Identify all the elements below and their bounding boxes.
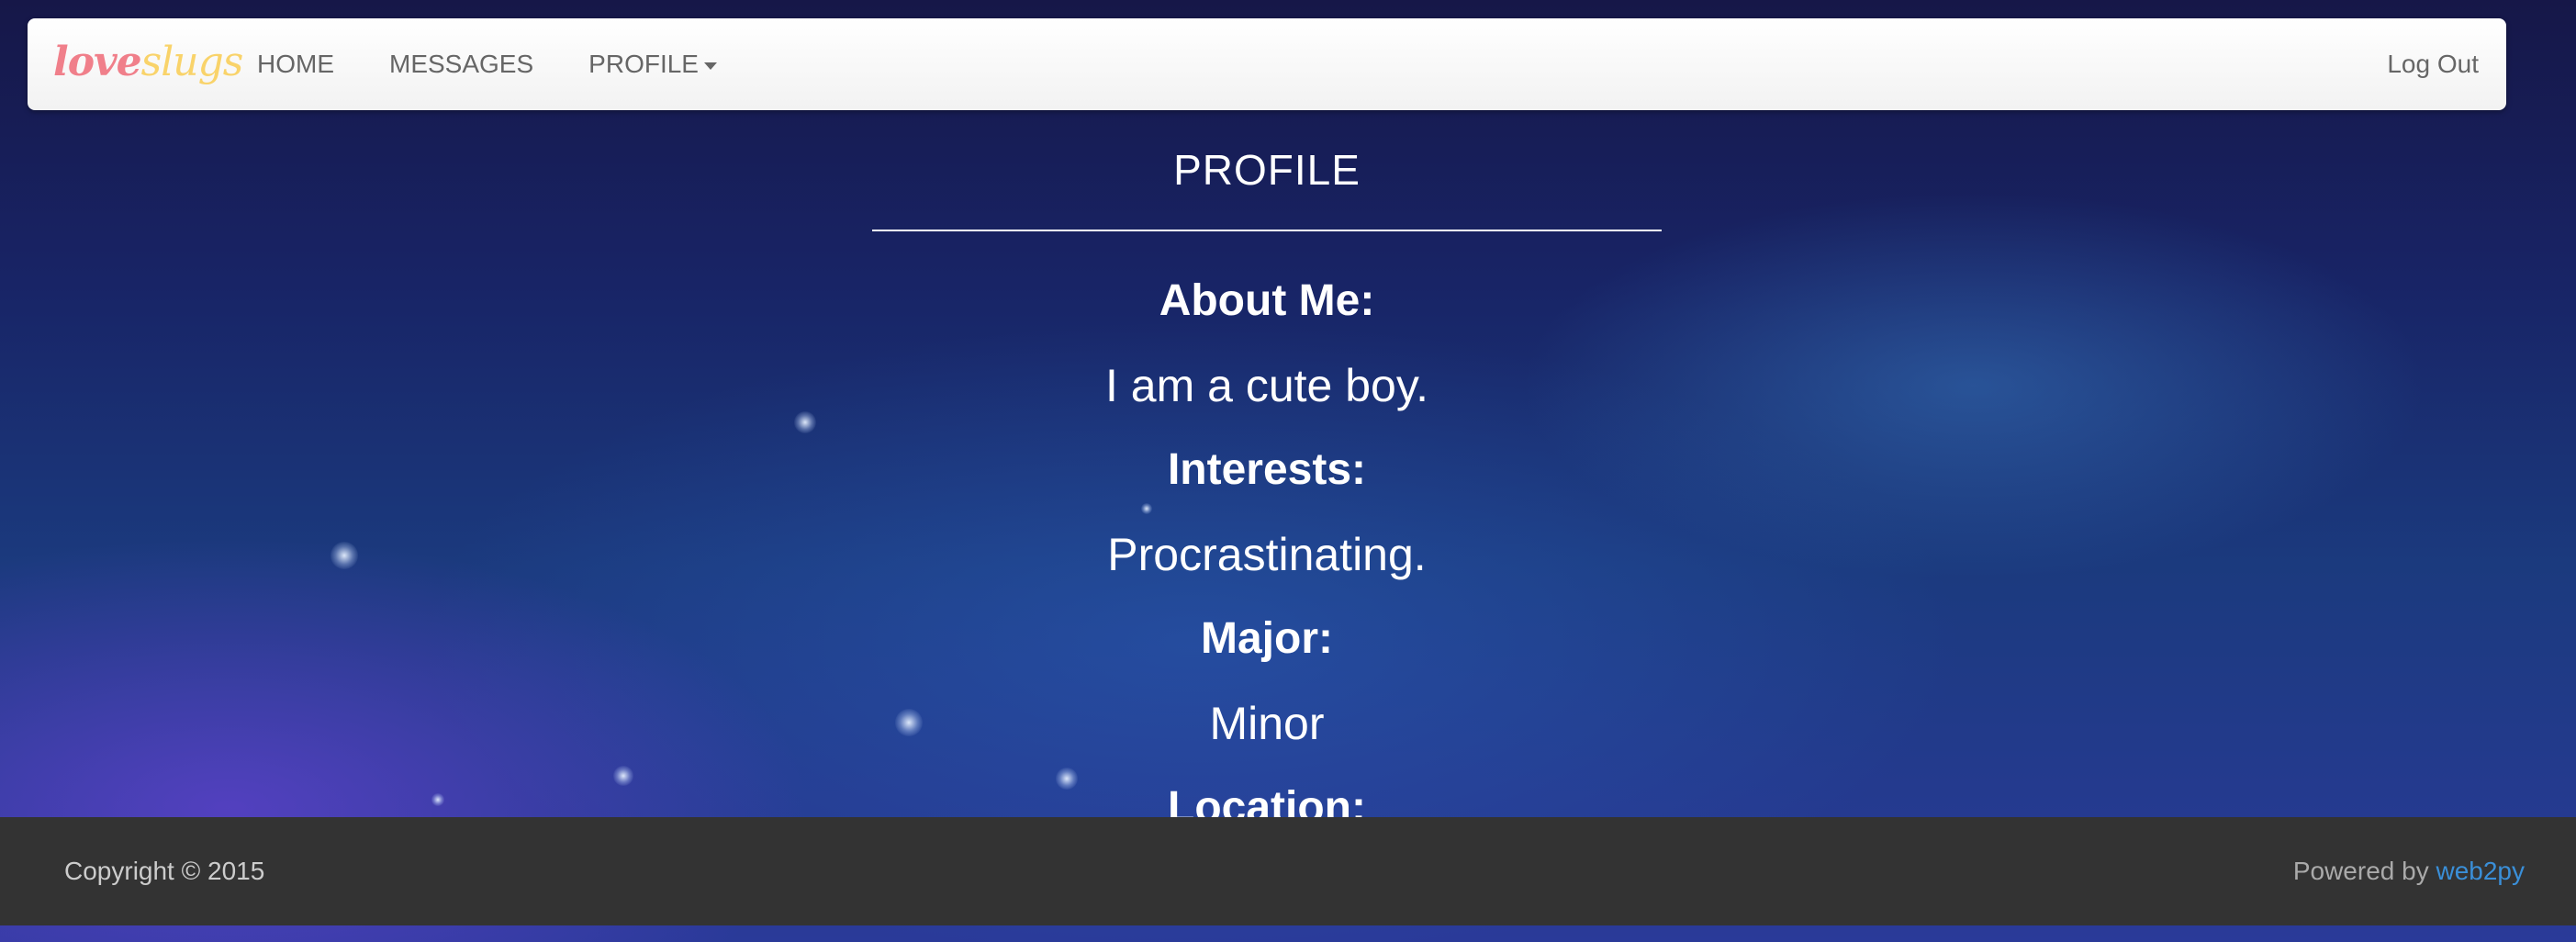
nav-link-profile-label: PROFILE	[588, 50, 699, 78]
powered-by-prefix: Powered by	[2292, 857, 2429, 885]
logout-link[interactable]: Log Out	[2387, 18, 2479, 110]
logo-part-slugs: slugs	[140, 39, 244, 85]
powered-by: Powered by web2py	[2293, 817, 2525, 925]
title-divider	[872, 230, 1662, 231]
nav-dropdown-profile[interactable]: PROFILE	[588, 50, 717, 79]
background-bokeh	[330, 542, 358, 569]
profile-content: PROFILE About Me: I am a cute boy. Inter…	[872, 138, 1662, 850]
logo-part-love: love	[53, 39, 142, 85]
page-title: PROFILE	[1173, 146, 1361, 194]
page-footer: Copyright © 2015 Powered by web2py	[0, 817, 2576, 925]
about-me-label: About Me:	[1159, 276, 1375, 325]
background-bokeh	[794, 411, 816, 433]
major-label: Major:	[1201, 614, 1333, 663]
background-bokeh	[431, 793, 444, 806]
web2py-link[interactable]: web2py	[2436, 857, 2525, 885]
interests-value: Procrastinating.	[1107, 529, 1427, 580]
nav-link-messages[interactable]: MESSAGES	[389, 50, 533, 79]
nav-links: HOME MESSAGES PROFILE	[257, 18, 772, 110]
copyright-text: Copyright © 2015	[64, 857, 265, 885]
about-me-value: I am a cute boy.	[1104, 360, 1429, 411]
interests-label: Interests:	[1167, 445, 1367, 494]
top-navbar: loveslugs HOME MESSAGES PROFILE Log Out	[28, 18, 2506, 110]
nav-link-home[interactable]: HOME	[257, 50, 334, 79]
loveslugs-logo[interactable]: loveslugs	[53, 39, 244, 85]
background-bokeh	[613, 766, 633, 786]
major-value: Minor	[1209, 698, 1325, 749]
caret-down-icon	[703, 62, 717, 70]
